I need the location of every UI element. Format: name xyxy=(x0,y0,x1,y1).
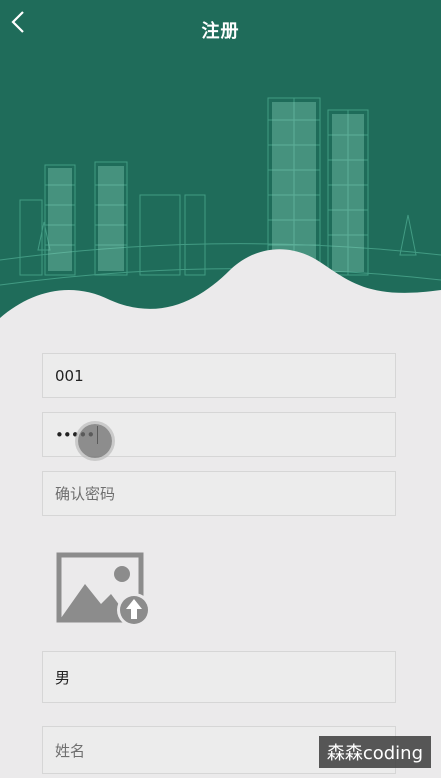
name-placeholder: 姓名 xyxy=(55,741,86,760)
username-value: 001 xyxy=(55,366,84,385)
city-skyline-illustration xyxy=(0,97,441,320)
gender-select[interactable]: 男 xyxy=(42,651,396,703)
watermark: 森森coding xyxy=(318,736,431,768)
confirm-password-input[interactable]: 确认密码 xyxy=(42,471,396,516)
image-upload-icon xyxy=(56,552,151,627)
gender-value: 男 xyxy=(55,668,71,687)
avatar-upload-button[interactable] xyxy=(55,552,153,628)
username-input[interactable]: 001 xyxy=(42,353,396,398)
page-title: 注册 xyxy=(201,21,240,42)
confirm-password-placeholder: 确认密码 xyxy=(55,485,116,503)
header-banner: 注册 xyxy=(0,0,441,320)
touch-indicator xyxy=(78,424,112,458)
